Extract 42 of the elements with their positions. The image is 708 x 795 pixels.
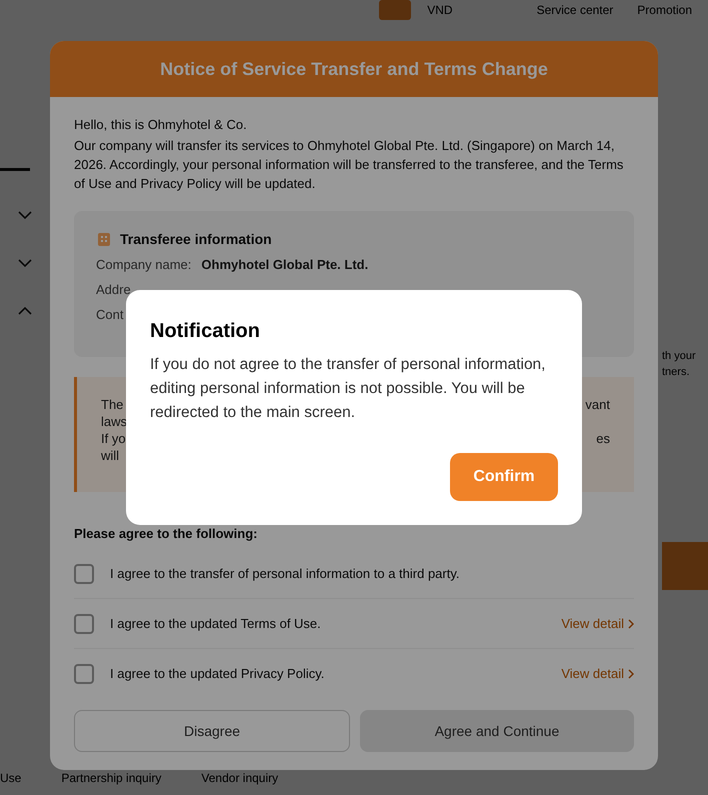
page-text: th your	[662, 350, 697, 362]
chevron-icon	[628, 668, 634, 678]
card-title: Transferee information	[120, 231, 272, 247]
footer-link[interactable]: Partnership inquiry	[61, 771, 162, 785]
disagree-button[interactable]: Disagree	[74, 710, 350, 752]
agreement-label: I agree to the updated Terms of Use.	[110, 616, 322, 631]
field-label: Addre	[96, 282, 131, 297]
greeting-text: Hello, this is Ohmyhotel & Co.	[74, 117, 248, 132]
currency-selector[interactable]: VND	[427, 3, 453, 17]
warning-text: vant	[585, 397, 610, 412]
warning-text: The	[101, 397, 124, 412]
dialog-title: Notification	[150, 320, 261, 343]
dialog-message: If you do not agree to the transfer of personal information, editing personal information is not possible. You will be redirected to the main screen.	[150, 355, 546, 423]
nav-link[interactable]: Promotion	[637, 3, 692, 17]
notice-paragraph: Our company will transfer its services to Ohmyhotel Global Pte. Ltd. (Singapore) on March 14, 2026. Accordingly, your personal information will be transferred to the transferee, and the Terms of Use and Privacy Policy will be updated.	[74, 137, 624, 193]
field-label: Cont	[96, 307, 124, 322]
modal-title: Notice of Service Transfer and Terms Change	[50, 41, 658, 97]
warning-text: laws	[101, 414, 128, 429]
chevron-icon[interactable]	[18, 307, 32, 315]
chevron-icon	[628, 618, 634, 628]
warning-text: If yo	[101, 431, 126, 446]
field-value: Ohmyhotel Global Pte. Ltd.	[201, 257, 368, 272]
checkbox[interactable]	[74, 564, 94, 584]
nav-link[interactable]: Service center	[536, 3, 614, 17]
agreement-label: I agree to the transfer of personal information to a third party.	[110, 566, 461, 581]
footer-link[interactable]: Vendor inquiry	[201, 771, 278, 785]
agreement-label: I agree to the updated Privacy Policy.	[110, 666, 326, 681]
globe-button[interactable]	[379, 0, 412, 20]
checkbox[interactable]	[74, 664, 94, 684]
chevron-icon[interactable]	[18, 211, 32, 219]
warning-text: will	[101, 448, 120, 463]
building-icon	[96, 231, 112, 247]
agree-prompt: Please agree to the following:	[74, 526, 258, 541]
view-detail-link[interactable]: View detail	[561, 616, 634, 631]
page-text: tners.	[662, 366, 691, 378]
footer-link[interactable]: Use	[0, 771, 22, 785]
view-detail-link[interactable]: View detail	[561, 666, 634, 681]
confirm-button[interactable]: Confirm	[450, 453, 558, 501]
warning-text: es	[596, 431, 610, 446]
checkbox[interactable]	[74, 614, 94, 634]
chevron-icon[interactable]	[18, 259, 32, 267]
field-label: Company name:	[96, 257, 192, 272]
